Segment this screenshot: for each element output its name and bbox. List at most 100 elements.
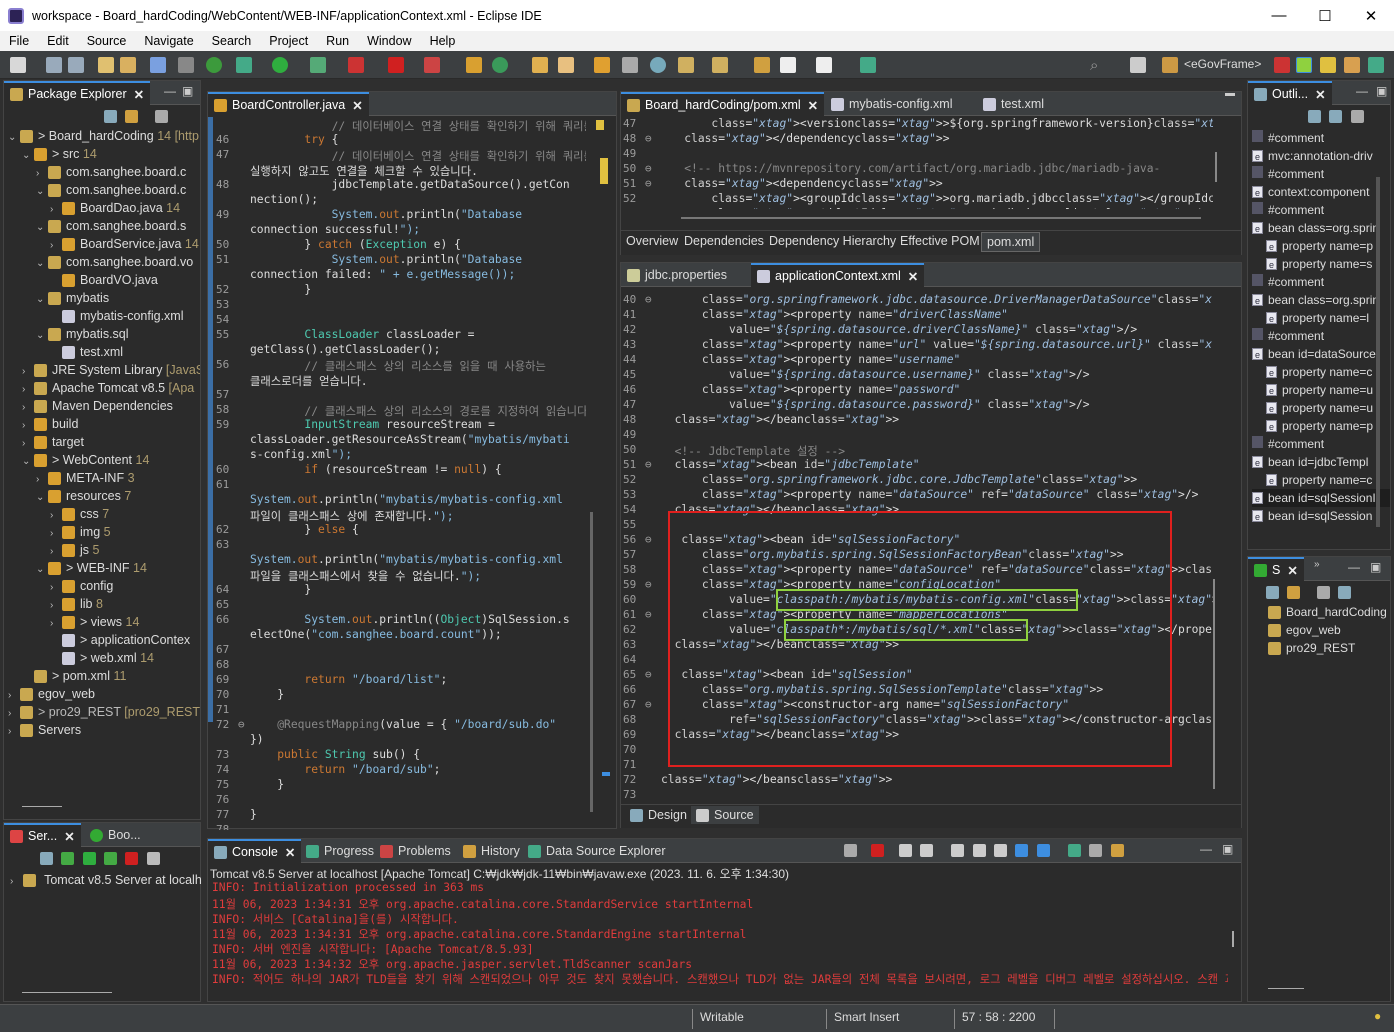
expand-arrow-icon[interactable]: › [10,876,13,887]
persp-3-icon[interactable] [1320,57,1336,73]
maximize-icon[interactable]: ▣ [1222,842,1233,856]
tab-console[interactable]: Console ✕ [208,839,302,863]
tab-outline[interactable]: Outli... ✕ [1248,81,1332,105]
code-line[interactable]: return "/board/sub"; [250,763,440,776]
code-line[interactable]: } [250,688,284,701]
close-icon[interactable]: ✕ [64,829,74,844]
tree-item[interactable]: ⌄ mybatis.sql [36,325,129,343]
tree-item[interactable]: test.xml [50,343,123,361]
folder-icon[interactable] [594,57,610,73]
server-start-icon[interactable] [206,57,222,73]
console-output[interactable]: INFO: Initialization processed in 363 ms… [208,881,1228,1001]
print-icon[interactable] [622,57,638,73]
remove-icon[interactable] [898,844,912,858]
tree-item[interactable]: mybatis-config.xml [50,307,184,325]
menu-project[interactable]: Project [260,34,317,48]
tree-item[interactable]: › target [22,433,84,451]
menu-run[interactable]: Run [317,34,358,48]
save-icon[interactable] [46,57,62,73]
expand-arrow-icon[interactable]: ⌄ [36,561,48,579]
tree-item[interactable]: > web.xml 14 [50,649,154,667]
code-line[interactable]: <!-- https://mvnrepository.com/artifact/… [657,162,1160,175]
tree-item[interactable]: ⌄ resources 7 [36,487,131,505]
terminal-icon[interactable] [150,57,166,73]
tree-item[interactable]: ⌄ mybatis [36,289,109,307]
project-item[interactable]: egov_web [1268,623,1341,638]
outline-item[interactable]: #comment [1252,129,1324,147]
persp-4-icon[interactable] [1344,57,1360,73]
code-line[interactable]: return "/board/list"; [250,673,447,686]
outline-item[interactable]: e property name=u [1266,381,1373,399]
menu-search[interactable]: Search [203,34,261,48]
open-folder-icon[interactable] [532,57,548,73]
tree-item[interactable]: › Apache Tomcat v8.5 [Apa [22,379,194,397]
tree-item[interactable]: ⌄ com.sanghee.board.c [36,181,186,199]
code-line[interactable]: System.out.println((Object)SqlSession.s [250,613,569,626]
close-icon[interactable]: ✕ [285,845,295,860]
tree-item[interactable]: › META-INF 3 [36,469,135,487]
maximize-button[interactable]: ☐ [1302,7,1348,25]
tab-mybatis-config[interactable]: mybatis-config.xml [825,92,959,116]
tree-item[interactable]: › egov_web [8,685,95,703]
minimize-icon[interactable]: — [1356,84,1368,98]
tab-servers[interactable]: Ser... ✕ [4,823,81,847]
pin-console-icon[interactable] [1068,844,1082,858]
menu-source[interactable]: Source [78,34,136,48]
open-type-icon[interactable] [120,57,136,73]
code-line[interactable]: public String sub() { [250,748,420,761]
console-scrollbar[interactable] [1232,931,1234,947]
code-line[interactable]: try { [250,133,338,146]
outline-item[interactable]: #comment [1252,435,1324,453]
tab-applicationcontext[interactable]: applicationContext.xml ✕ [751,263,925,287]
more-views-icon[interactable]: » [1314,559,1320,570]
code-line[interactable]: 파일을 클래스패스에서 찾을 수 없습니다."); [250,568,481,584]
minimize-icon[interactable]: — [164,84,176,98]
minimize-icon[interactable]: — [1200,842,1212,856]
code-line[interactable]: classLoader.getResourceAsStream("mybatis… [250,433,570,446]
code-line[interactable]: class="xtag"><versionclass="xtag">>${org… [657,117,1213,130]
code-line[interactable]: System.out.println("mybatis/mybatis-conf… [250,493,563,506]
menu-window[interactable]: Window [358,34,420,48]
expand-arrow-icon[interactable]: › [8,723,20,741]
tree-item[interactable]: ›JRE System Library [JavaSE [22,361,200,379]
tree-item[interactable]: › Servers [8,721,81,739]
refresh-icon[interactable] [492,57,508,73]
tab-data-source-explorer[interactable]: Data Source Explorer [522,839,672,863]
close-button[interactable]: ✕ [1348,7,1394,25]
sort-icon[interactable] [1329,110,1343,124]
code-line[interactable]: value="${spring.datasource.driverClassNa… [661,323,1137,336]
close-icon[interactable]: ✕ [1315,87,1325,102]
close-icon[interactable]: ✕ [808,98,818,113]
tab-package-explorer[interactable]: Package Explorer ✕ [4,81,151,105]
project-item[interactable]: pro29_REST [1268,641,1355,656]
code-line[interactable]: class="xtag"></dependencyclass="xtag">> [657,132,949,145]
clear-icon[interactable] [994,844,1008,858]
tree-item[interactable]: › config [50,577,113,595]
minimize-icon[interactable]: — [1348,560,1360,574]
view-menu-icon[interactable]: ▬ [1225,88,1235,99]
expand-arrow-icon[interactable]: ⌄ [22,453,34,471]
persp-2-icon[interactable] [1296,57,1312,73]
save-all-icon[interactable] [68,57,84,73]
code-line[interactable]: } [250,283,311,296]
tree-item[interactable]: ⌄ com.sanghee.board.s [36,217,186,235]
open-console-icon[interactable] [1110,844,1124,858]
terminate-icon[interactable] [871,844,885,858]
server-entry[interactable]: › Tomcat v8.5 Server at localh [10,873,202,888]
tree-item[interactable]: › lib 8 [50,595,103,613]
code-line[interactable]: } else { [250,523,358,536]
code-line[interactable]: 클래스로더를 얻습니다. [250,373,368,389]
terminate-icon[interactable] [424,57,440,73]
code-line[interactable]: } [250,778,284,791]
code-line[interactable]: nection(); [250,193,318,206]
collapse-icon[interactable] [1308,110,1321,124]
code-line[interactable]: electOne("com.sanghee.board.count")); [250,628,502,641]
tab-dependency-hierarchy[interactable]: Dependency Hierarchy [764,232,901,250]
filter-icon[interactable] [1316,586,1330,600]
h-scrollbar[interactable] [681,217,1201,219]
tab-source[interactable]: Source [691,806,759,825]
code-line[interactable]: class="xtag"><property name="password" [661,383,961,396]
tree-item[interactable]: › BoardDao.java 14 [50,199,180,217]
display-console-icon[interactable] [1089,844,1103,858]
debug-server-icon[interactable] [61,852,75,866]
